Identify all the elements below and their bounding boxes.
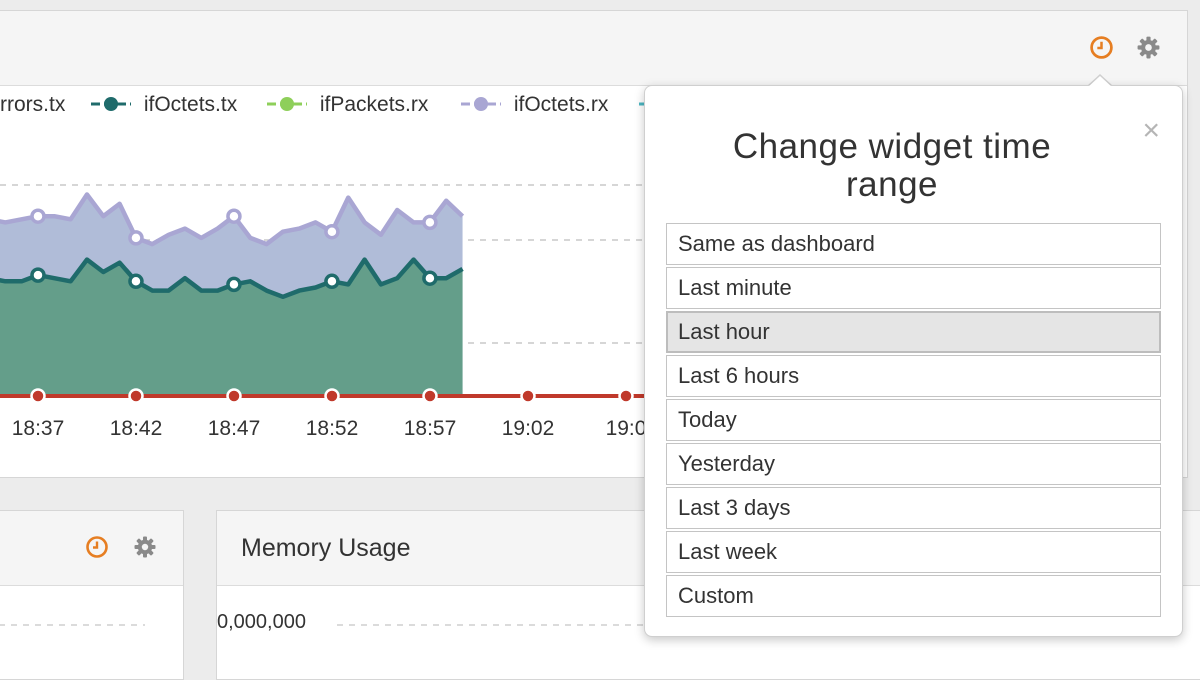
clock-icon[interactable] xyxy=(85,535,109,559)
point-ifOctets-tx xyxy=(128,273,144,290)
x-tick-label: 19:02 xyxy=(502,417,555,440)
point-ifErrors-tx xyxy=(520,388,536,404)
time-range-option[interactable]: Last hour xyxy=(666,311,1161,353)
y-tick-label: 0,000,000 xyxy=(217,611,306,633)
point-ifOctets-tx xyxy=(324,273,340,290)
point-ifErrors-tx xyxy=(128,388,144,404)
point-ifOctets-tx xyxy=(422,270,438,286)
time-range-option[interactable]: Last 3 days xyxy=(666,487,1161,529)
point-ifOctets-tx xyxy=(30,267,46,283)
time-range-option[interactable]: Last minute xyxy=(666,267,1161,309)
time-range-option[interactable]: Last week xyxy=(666,531,1161,573)
widget-title: Memory Usage xyxy=(241,534,411,562)
point-ifErrors-tx xyxy=(30,388,46,404)
time-range-option[interactable]: Same as dashboard xyxy=(666,223,1161,265)
time-range-options: Same as dashboard Last minute Last hour Las… xyxy=(666,223,1161,619)
x-tick-label: 18:52 xyxy=(306,417,359,440)
traffic-chart: 18:37 18:42 18:47 18:52 18:57 19:02 19:0 xyxy=(0,184,660,440)
point-ifOctets-rx xyxy=(422,214,438,231)
clock-icon[interactable] xyxy=(1089,35,1114,60)
point-ifErrors-tx xyxy=(422,388,438,404)
x-tick-label: 18:37 xyxy=(12,417,65,440)
time-range-option[interactable]: Custom xyxy=(666,575,1161,617)
x-tick-label: 18:47 xyxy=(208,417,261,440)
x-tick-label: 18:42 xyxy=(110,417,163,440)
time-range-popover: Change widget time range × Same as dashb… xyxy=(644,85,1183,637)
x-tick-label: 18:57 xyxy=(404,417,457,440)
popover-title: Change widget time range xyxy=(732,127,1052,204)
gridline xyxy=(0,624,145,626)
point-ifOctets-tx xyxy=(226,276,242,293)
point-ifOctets-rx xyxy=(226,208,242,224)
time-range-option[interactable]: Last 6 hours xyxy=(666,355,1161,397)
popover-arrow-inner xyxy=(1088,76,1112,87)
gear-icon[interactable] xyxy=(1136,35,1161,60)
point-ifOctets-rx xyxy=(128,230,144,246)
time-range-option[interactable]: Today xyxy=(666,399,1161,441)
close-icon[interactable]: × xyxy=(1142,116,1160,146)
point-ifErrors-tx xyxy=(324,388,340,404)
point-ifErrors-tx xyxy=(226,388,242,404)
point-ifOctets-rx xyxy=(324,223,340,240)
point-ifErrors-tx xyxy=(618,388,634,404)
gear-icon[interactable] xyxy=(133,535,157,559)
x-tick-label: 19:0 xyxy=(606,417,647,440)
time-range-option[interactable]: Yesterday xyxy=(666,443,1161,485)
point-ifOctets-rx xyxy=(30,208,46,224)
